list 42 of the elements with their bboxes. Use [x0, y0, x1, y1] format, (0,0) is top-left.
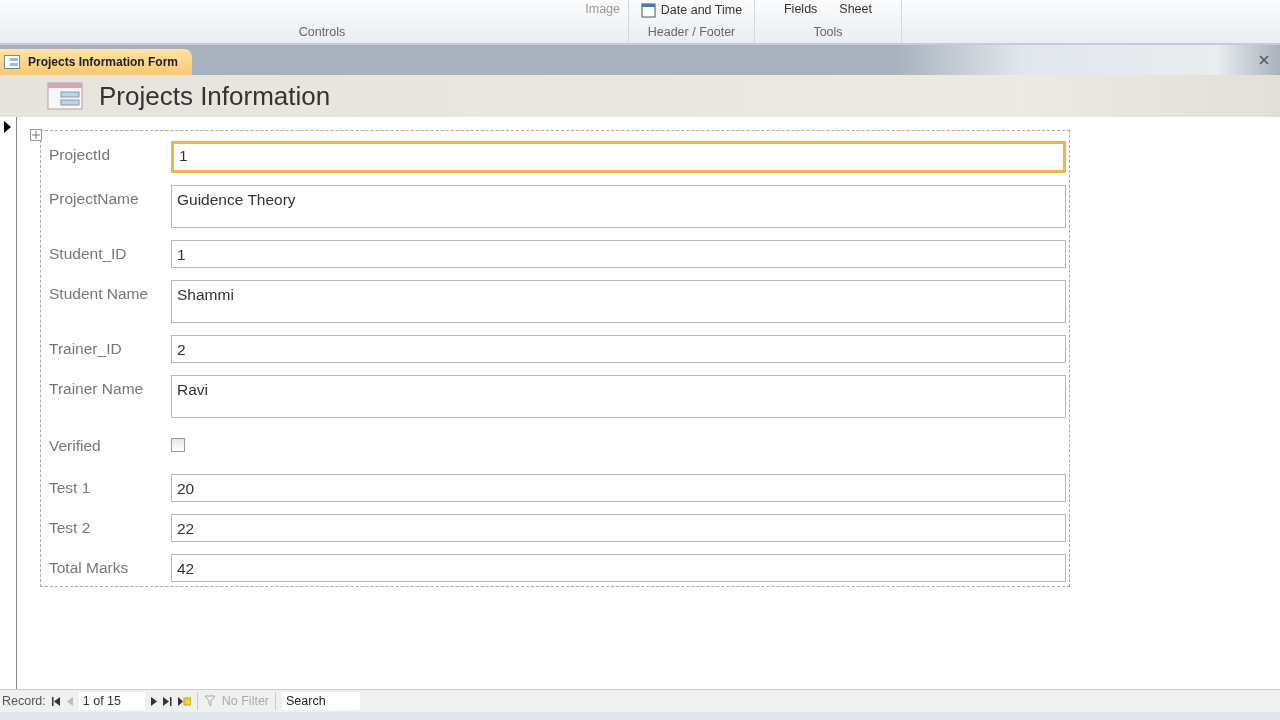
field-label: Test 1 — [49, 478, 92, 497]
last-record-icon[interactable] — [162, 696, 172, 706]
close-icon[interactable] — [1259, 55, 1269, 65]
field-label: Trainer Name — [49, 379, 145, 398]
record-position-field[interactable]: 1 of 15 — [78, 692, 145, 710]
input-field[interactable]: 1 — [171, 141, 1066, 173]
field-label: Verified — [49, 436, 102, 455]
new-record-icon[interactable] — [177, 696, 191, 706]
next-record-icon[interactable] — [150, 696, 157, 706]
field-label: Test 2 — [49, 518, 92, 537]
search-field[interactable]: Search — [282, 692, 360, 710]
field-label: ProjectName — [49, 189, 140, 208]
first-record-icon[interactable] — [51, 696, 61, 706]
field-label: Student_ID — [49, 244, 128, 263]
input-field[interactable]: 2 — [171, 335, 1066, 363]
input-field[interactable]: Shammi — [171, 280, 1066, 323]
input-field[interactable]: 22 — [171, 514, 1066, 542]
move-handle-icon[interactable] — [30, 129, 42, 141]
ribbon-group-label: Controls — [298, 25, 346, 41]
input-field[interactable]: 1 — [171, 240, 1066, 268]
form-icon — [47, 82, 83, 110]
form-title: Projects Information — [99, 80, 331, 112]
field-label: Student Name — [49, 284, 150, 303]
input-field[interactable]: Guidence Theory — [171, 185, 1066, 228]
filter-icon — [203, 695, 218, 707]
ribbon-group-label: Header / Footer — [647, 25, 736, 41]
input-field[interactable]: 20 — [171, 474, 1066, 502]
field-label: Total Marks — [49, 558, 130, 577]
field-label: Trainer_ID — [49, 339, 123, 358]
ribbon-command[interactable]: Fields — [784, 2, 818, 16]
ribbon-command[interactable]: Sheet — [839, 2, 872, 16]
input-field[interactable]: Ravi — [171, 375, 1066, 418]
document-tab[interactable]: Projects Information Form — [0, 49, 193, 75]
record-selector-icon[interactable] — [4, 121, 11, 133]
record-label: Record: — [2, 694, 46, 708]
field-label: ProjectId — [49, 145, 112, 164]
calendar-icon — [640, 2, 657, 18]
ribbon-command[interactable]: Date and Time — [640, 2, 743, 18]
input-field[interactable]: 42 — [171, 554, 1066, 582]
ribbon-group-label: Tools — [813, 25, 843, 41]
checkbox[interactable] — [171, 438, 185, 452]
form-icon — [4, 55, 20, 69]
